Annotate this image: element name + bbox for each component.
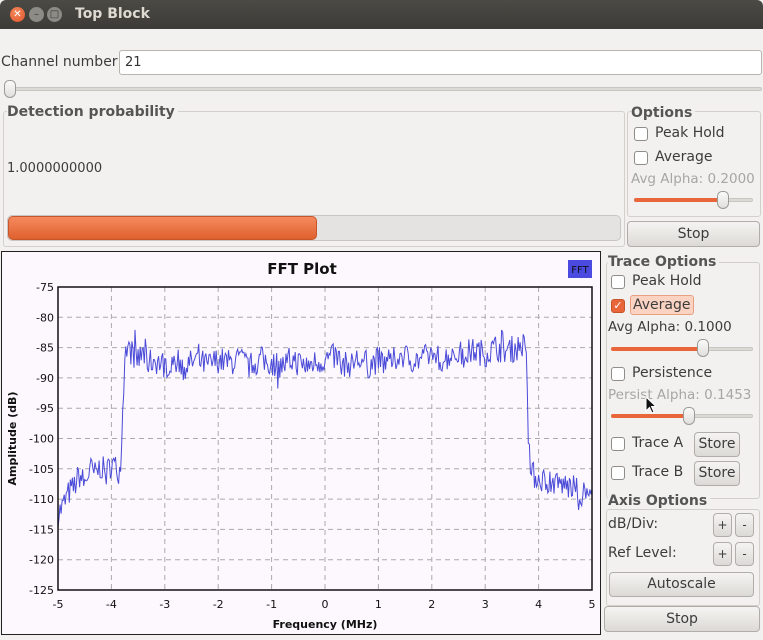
y-tick-label: -85	[36, 342, 54, 355]
trace-options-title: Trace Options	[608, 254, 720, 270]
maximize-icon: □	[49, 9, 60, 20]
trace-b-checkbox[interactable]	[611, 466, 625, 480]
channel-slider-track[interactable]	[4, 87, 762, 91]
y-tick-label: -115	[29, 523, 54, 536]
persist-alpha-label: Persist Alpha: 0.1453	[608, 387, 752, 403]
fft-plot-panel: FFT Plot FFT -5 -4 -3 -2 -1 0 1 2 3 4 5 -75 -80 -85 -9…	[1, 251, 601, 635]
window-title: Top Block	[75, 6, 150, 22]
window-titlebar: ✕ – □ Top Block	[0, 0, 763, 29]
trace-controls-panel: Trace Options Peak Hold ✓ Average Avg Al…	[602, 251, 763, 637]
ref-level-label: Ref Level:	[608, 545, 677, 561]
trace-avg-alpha-handle[interactable]	[697, 339, 710, 357]
y-tick-label: -120	[29, 554, 54, 567]
plot-stop-button[interactable]: Stop	[604, 606, 760, 632]
y-tick-label: -75	[36, 281, 54, 294]
persistence-checkbox[interactable]	[611, 367, 625, 381]
options-average-checkbox[interactable]	[634, 151, 648, 165]
chart-title: FFT Plot	[267, 260, 337, 278]
persist-alpha-handle[interactable]	[683, 407, 696, 425]
y-tick-label: -80	[36, 311, 54, 324]
db-div-minus-button[interactable]: -	[735, 513, 754, 537]
minimize-window-button[interactable]: –	[29, 7, 44, 22]
close-window-button[interactable]: ✕	[10, 7, 25, 22]
trace-average-label: Average	[630, 295, 694, 315]
x-tick-label: 5	[589, 598, 596, 611]
trace-a-checkbox[interactable]	[611, 437, 625, 451]
channel-number-input[interactable]: 21	[119, 50, 762, 75]
x-tick-label: -4	[106, 598, 117, 611]
detection-probability-title: Detection probability	[7, 104, 178, 120]
x-tick-label: -3	[159, 598, 170, 611]
channel-slider-handle[interactable]	[4, 80, 16, 98]
x-tick-label: 4	[535, 598, 542, 611]
db-div-label: dB/Div:	[608, 516, 659, 532]
options-title: Options	[631, 105, 696, 121]
trace-average-checkbox[interactable]: ✓	[611, 299, 625, 313]
fft-plot-svg[interactable]: FFT Plot FFT -5 -4 -3 -2 -1 0 1 2 3 4 5 -75 -80 -85 -9…	[2, 252, 602, 636]
trace-avg-alpha-fill	[611, 347, 704, 351]
persistence-label: Persistence	[632, 365, 713, 381]
options-avg-alpha-label: Avg Alpha: 0.2000	[631, 171, 755, 187]
detection-progress-fill	[8, 216, 318, 240]
db-div-plus-button[interactable]: +	[713, 513, 732, 537]
minimize-icon: –	[34, 9, 39, 20]
x-tick-label: -2	[213, 598, 224, 611]
y-axis-label: Amplitude (dB)	[6, 392, 19, 486]
detection-probability-value: 1.0000000000	[7, 161, 103, 176]
options-avg-alpha-fill	[634, 198, 724, 202]
options-average-label: Average	[655, 149, 713, 165]
channel-number-label: Channel number:	[1, 54, 123, 70]
maximize-window-button[interactable]: □	[47, 7, 62, 22]
x-tick-label: 3	[482, 598, 489, 611]
close-icon: ✕	[13, 9, 22, 20]
trace-b-label: Trace B	[632, 464, 684, 480]
options-avg-alpha-handle[interactable]	[717, 191, 730, 209]
options-stop-button[interactable]: Stop	[627, 221, 760, 247]
trace-a-label: Trace A	[632, 435, 684, 451]
legend-label: FFT	[571, 265, 589, 276]
x-axis-label: Frequency (MHz)	[273, 618, 378, 631]
y-tick-label: -110	[29, 493, 54, 506]
checkmark-icon: ✓	[613, 299, 623, 312]
trace-avg-alpha-label: Avg Alpha: 0.1000	[608, 319, 732, 335]
ref-level-minus-button[interactable]: -	[735, 542, 754, 566]
axis-options-title: Axis Options	[608, 493, 711, 509]
options-peak-hold-checkbox[interactable]	[634, 127, 648, 141]
store-trace-a-button[interactable]: Store	[694, 432, 740, 457]
trace-peak-hold-label: Peak Hold	[632, 273, 702, 289]
y-tick-label: -90	[36, 372, 54, 385]
ref-level-plus-button[interactable]: +	[713, 542, 732, 566]
trace-peak-hold-checkbox[interactable]	[611, 275, 625, 289]
x-tick-label: 1	[375, 598, 382, 611]
y-tick-label: -105	[29, 463, 54, 476]
x-tick-label: 0	[322, 598, 329, 611]
store-trace-b-button[interactable]: Store	[694, 461, 740, 486]
x-tick-label: -5	[53, 598, 64, 611]
y-tick-label: -125	[29, 584, 54, 597]
y-tick-label: -100	[29, 433, 54, 446]
autoscale-button[interactable]: Autoscale	[609, 572, 754, 597]
mouse-cursor-icon	[645, 396, 658, 414]
options-peak-hold-label: Peak Hold	[655, 125, 725, 141]
detection-progress-bar	[7, 215, 621, 241]
y-tick-label: -95	[36, 402, 54, 415]
x-tick-label: -1	[266, 598, 277, 611]
x-tick-label: 2	[428, 598, 435, 611]
